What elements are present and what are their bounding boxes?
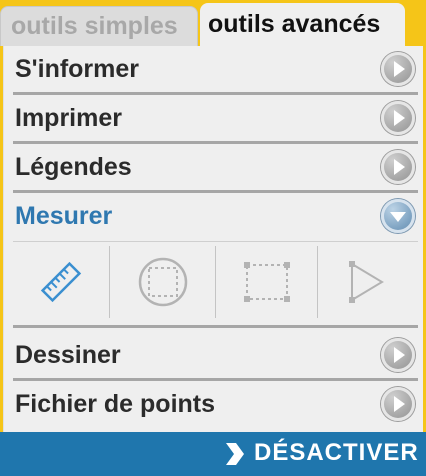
play-arrow-icon[interactable] (381, 52, 415, 86)
advanced-tools-content: S'informer Imprimer Légendes Mesurer Des… (3, 46, 423, 432)
menu-item-imprimer[interactable]: Imprimer (13, 95, 418, 144)
menu-item-label: Légendes (15, 153, 132, 181)
deactivate-label: DÉSACTIVER (254, 439, 419, 466)
tab-simple-tools[interactable]: outils simples (0, 6, 198, 46)
tool-tabs: outils simples outils avancés (0, 0, 426, 46)
chevron-right-icon (226, 443, 244, 465)
rectangle-measure-icon (243, 262, 290, 302)
circle-measure-icon (138, 257, 187, 307)
menu-item-legendes[interactable]: Légendes (13, 144, 418, 193)
deactivate-button[interactable]: DÉSACTIVER (0, 432, 426, 476)
play-arrow-icon[interactable] (381, 338, 415, 372)
play-arrow-icon[interactable] (381, 150, 415, 184)
menu-item-fichier-de-points[interactable]: Fichier de points (13, 381, 418, 430)
menu-item-informer[interactable]: S'informer (13, 46, 418, 95)
measure-tools-bar (13, 242, 418, 328)
chevron-down-icon[interactable] (381, 199, 415, 233)
menu-item-label: Dessiner (15, 341, 121, 369)
menu-item-mesurer[interactable]: Mesurer (13, 193, 418, 242)
play-arrow-icon[interactable] (381, 101, 415, 135)
tools-panel: outils simples outils avancés S'informer… (0, 0, 426, 476)
menu-item-label: Imprimer (15, 104, 122, 132)
measure-tool-polygon[interactable] (318, 242, 418, 322)
measure-tool-rectangle[interactable] (216, 242, 317, 322)
polygon-measure-icon (349, 261, 384, 303)
ruler-icon (40, 261, 82, 303)
measure-tool-distance[interactable] (13, 242, 109, 322)
play-arrow-icon[interactable] (381, 387, 415, 421)
menu-item-label: S'informer (15, 55, 140, 83)
menu-item-label: Fichier de points (15, 390, 216, 418)
menu-item-label: Mesurer (15, 202, 113, 230)
tab-advanced-tools[interactable]: outils avancés (200, 3, 405, 46)
measure-tool-circle[interactable] (110, 242, 215, 322)
menu-item-dessiner[interactable]: Dessiner (13, 332, 418, 381)
